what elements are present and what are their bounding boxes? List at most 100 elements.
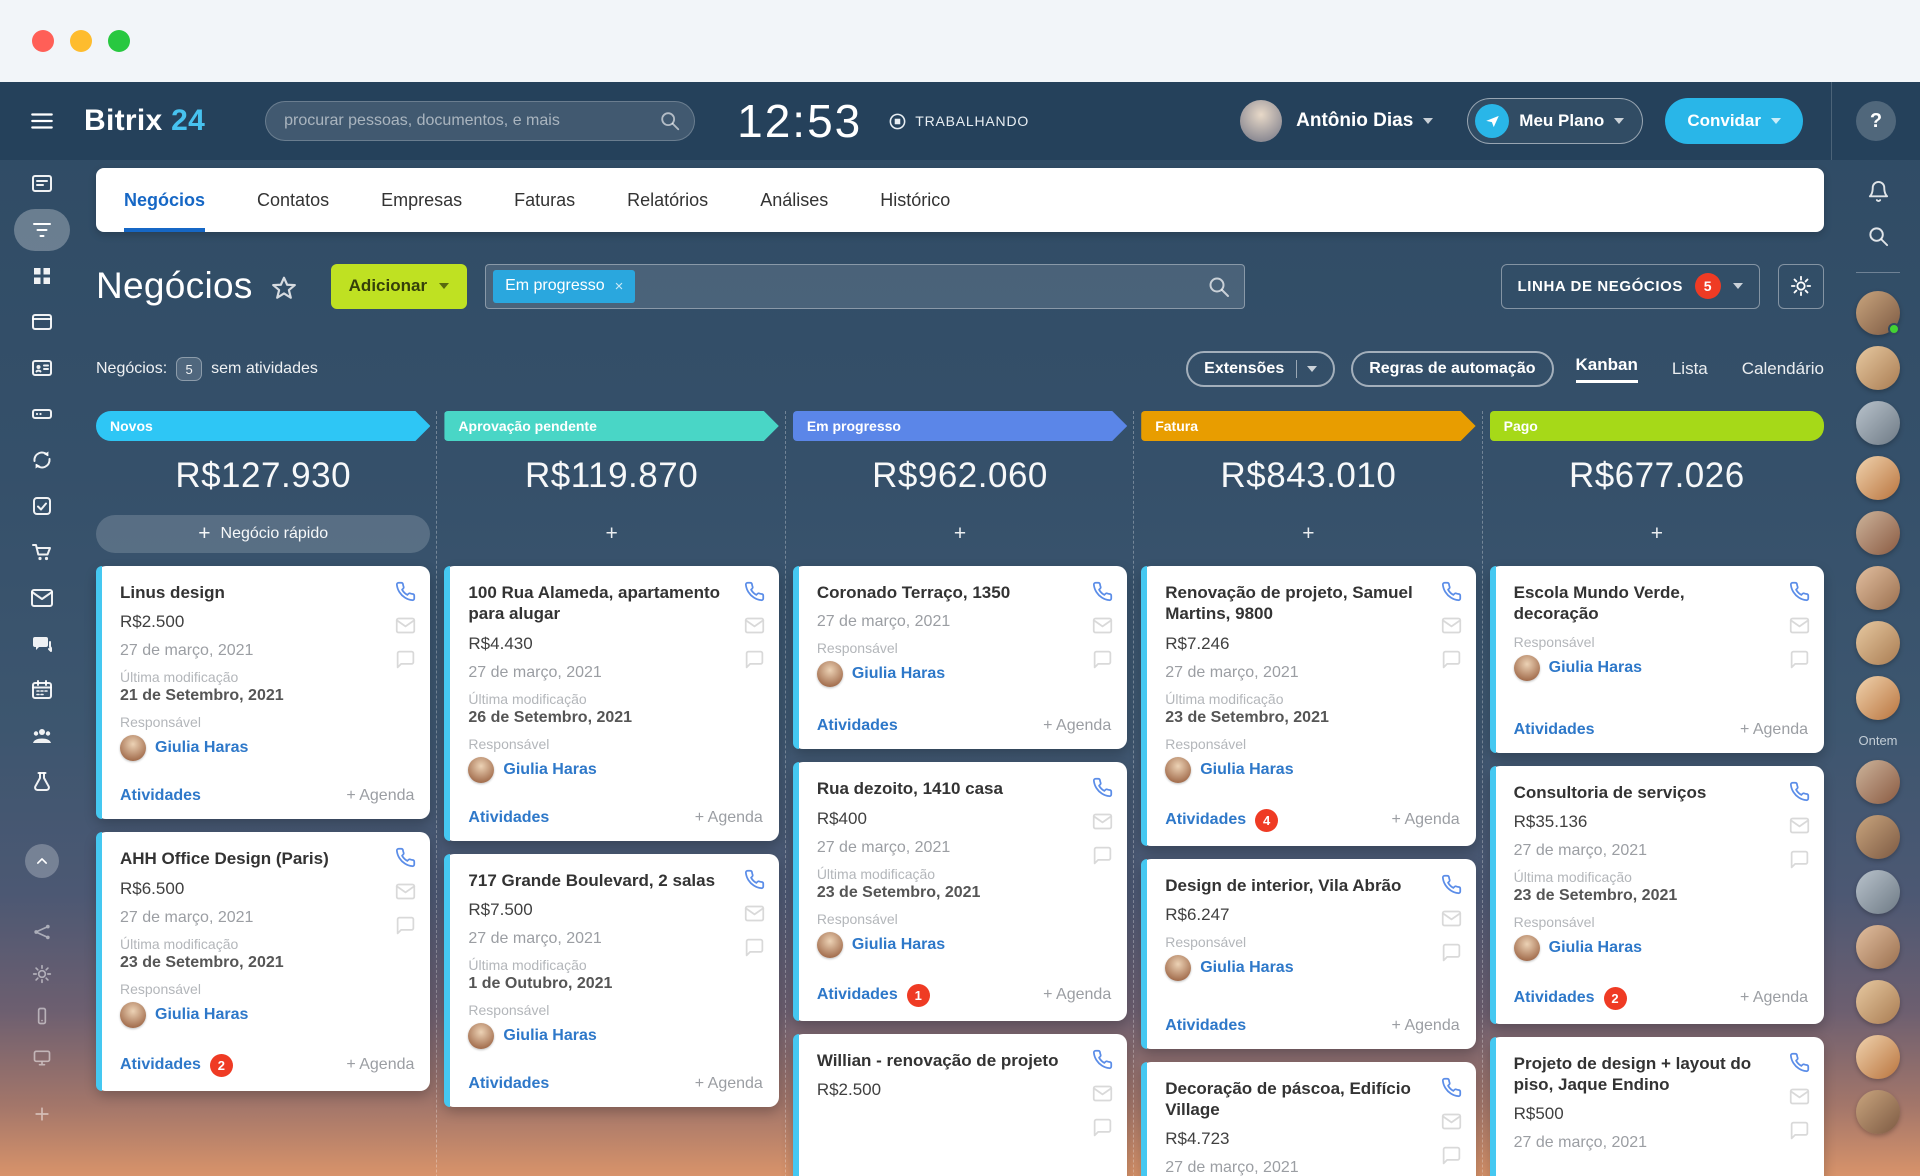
deal-card[interactable]: 100 Rua Alameda, apartamento para alugar… — [444, 566, 778, 841]
current-user-menu[interactable]: Antônio Dias — [1296, 110, 1433, 132]
user-avatar[interactable] — [1856, 676, 1900, 720]
phone-icon[interactable] — [744, 581, 765, 602]
bitrix24-logo[interactable]: Bitrix 24 — [84, 104, 205, 138]
user-avatar[interactable] — [1856, 511, 1900, 555]
favorite-star-icon[interactable] — [271, 275, 297, 301]
deal-card[interactable]: Escola Mundo Verde, decoração Responsáve… — [1490, 566, 1824, 753]
close-window-icon[interactable] — [32, 30, 54, 52]
add-agenda-link[interactable]: + Agenda — [1043, 986, 1111, 1004]
deal-card[interactable]: Rua dezoito, 1410 casa R$400 27 de março… — [793, 762, 1127, 1020]
user-avatar[interactable] — [1856, 566, 1900, 610]
tab-negocios[interactable]: Negócios — [124, 168, 205, 232]
quick-add-plus-button[interactable]: + — [1490, 515, 1824, 553]
mobile-app-icon[interactable] — [32, 1006, 52, 1026]
user-avatar[interactable] — [1856, 1035, 1900, 1079]
chat-icon[interactable] — [1789, 649, 1810, 670]
view-lista[interactable]: Lista — [1672, 359, 1708, 379]
deal-card[interactable]: Design de interior, Vila Abrão R$6.247 R… — [1141, 859, 1475, 1049]
chat-icon[interactable] — [395, 649, 416, 670]
phone-icon[interactable] — [1789, 781, 1810, 802]
user-avatar[interactable] — [1856, 925, 1900, 969]
tab-analises[interactable]: Análises — [760, 168, 828, 232]
phone-icon[interactable] — [1092, 1049, 1113, 1070]
work-status[interactable]: TRABALHANDO — [888, 112, 1029, 131]
phone-icon[interactable] — [1441, 874, 1462, 895]
responsible-avatar[interactable] — [120, 735, 146, 761]
filter-search-icon[interactable] — [1207, 275, 1231, 299]
marketing-icon[interactable] — [30, 770, 54, 794]
add-agenda-link[interactable]: + Agenda — [1740, 989, 1808, 1007]
sites-icon[interactable] — [30, 310, 54, 334]
deal-title[interactable]: Linus design — [120, 582, 414, 603]
deal-card[interactable]: Linus design R$2.500 27 de março, 2021 Ú… — [96, 566, 430, 819]
activities-link[interactable]: Atividades — [1514, 721, 1595, 739]
user-avatar[interactable] — [1856, 291, 1900, 335]
chat-icon[interactable] — [1092, 649, 1113, 670]
desktop-app-icon[interactable] — [32, 1048, 52, 1068]
quick-add-plus-button[interactable]: + — [1141, 515, 1475, 553]
responsible-link[interactable]: Giulia Haras — [1549, 659, 1642, 677]
chat-icon[interactable] — [1789, 849, 1810, 870]
deal-title[interactable]: Projeto de design + layout do piso, Jaqu… — [1514, 1053, 1808, 1096]
user-avatar[interactable] — [1856, 815, 1900, 859]
column-header[interactable]: Novos — [96, 411, 430, 441]
deal-card[interactable]: Coronado Terraço, 1350 27 de março, 2021… — [793, 566, 1127, 749]
deal-title[interactable]: Design de interior, Vila Abrão — [1165, 875, 1459, 896]
phone-icon[interactable] — [1789, 581, 1810, 602]
mail-icon[interactable] — [395, 615, 416, 636]
widgets-icon[interactable] — [30, 264, 54, 288]
mail-icon[interactable] — [1441, 615, 1462, 636]
chat-icon[interactable] — [395, 915, 416, 936]
mail-icon[interactable] — [1441, 908, 1462, 929]
user-avatar[interactable] — [1856, 401, 1900, 445]
responsible-avatar[interactable] — [468, 757, 494, 783]
collapse-menu-icon[interactable] — [25, 844, 59, 878]
mail-icon[interactable] — [1092, 615, 1113, 636]
column-header[interactable]: Pago — [1490, 411, 1824, 441]
responsible-link[interactable]: Giulia Haras — [503, 1027, 596, 1045]
deal-title[interactable]: Consultoria de serviços — [1514, 782, 1808, 803]
quick-deal-button[interactable]: +Negócio rápido — [96, 515, 430, 553]
quick-add-plus-button[interactable]: + — [793, 515, 1127, 553]
counter-badge[interactable]: 5 — [176, 357, 202, 381]
extensions-button[interactable]: Extensões — [1186, 351, 1335, 387]
responsible-link[interactable]: Giulia Haras — [1549, 939, 1642, 957]
deal-card[interactable]: Decoração de páscoa, Edifício Village R$… — [1141, 1062, 1475, 1176]
activities-link[interactable]: Atividades — [120, 787, 201, 805]
deal-card[interactable]: AHH Office Design (Paris) R$6.500 27 de … — [96, 832, 430, 1090]
activities-link[interactable]: Atividades — [1514, 989, 1595, 1007]
responsible-link[interactable]: Giulia Haras — [155, 1006, 248, 1024]
contacts-icon[interactable] — [30, 356, 54, 380]
deal-title[interactable]: Renovação de projeto, Samuel Martins, 98… — [1165, 582, 1459, 625]
column-header[interactable]: Aprovação pendente — [444, 411, 778, 441]
tab-contatos[interactable]: Contatos — [257, 168, 329, 232]
settings-gear-icon[interactable] — [32, 964, 52, 984]
filter-chip[interactable]: Em progresso × — [493, 270, 635, 303]
employees-icon[interactable] — [30, 724, 54, 748]
sync-icon[interactable] — [30, 448, 54, 472]
chip-remove-icon[interactable]: × — [615, 278, 624, 295]
user-avatar[interactable] — [1856, 456, 1900, 500]
chat-icon[interactable] — [744, 937, 765, 958]
column-header[interactable]: Em progresso — [793, 411, 1127, 441]
automation-rules-button[interactable]: Regras de automação — [1351, 351, 1553, 387]
user-avatar[interactable] — [1856, 760, 1900, 804]
mail-icon[interactable] — [1789, 615, 1810, 636]
help-button[interactable]: ? — [1856, 101, 1896, 141]
phone-icon[interactable] — [1092, 581, 1113, 602]
network-icon[interactable] — [32, 922, 52, 942]
quick-add-plus-button[interactable]: + — [444, 515, 778, 553]
search-input[interactable] — [265, 101, 695, 141]
responsible-link[interactable]: Giulia Haras — [1200, 761, 1293, 779]
activities-link[interactable]: Atividades — [468, 809, 549, 827]
responsible-avatar[interactable] — [1514, 935, 1540, 961]
deal-title[interactable]: Decoração de páscoa, Edifício Village — [1165, 1078, 1459, 1121]
mail-icon[interactable] — [1092, 811, 1113, 832]
deal-title[interactable]: 717 Grande Boulevard, 2 salas — [468, 870, 762, 891]
phone-icon[interactable] — [1441, 1077, 1462, 1098]
add-agenda-link[interactable]: + Agenda — [346, 787, 414, 805]
chat-icon[interactable] — [1789, 1120, 1810, 1141]
add-agenda-link[interactable]: + Agenda — [1392, 1017, 1460, 1035]
user-avatar[interactable] — [1856, 1090, 1900, 1134]
deal-title[interactable]: Escola Mundo Verde, decoração — [1514, 582, 1808, 625]
